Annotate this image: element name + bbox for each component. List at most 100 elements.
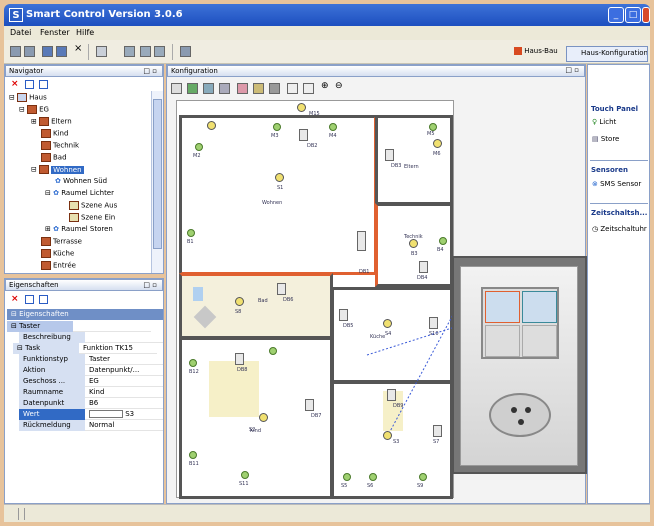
collapse-all-icon[interactable] — [39, 80, 48, 89]
value-field[interactable] — [89, 410, 123, 418]
menu-datei[interactable]: Datei — [10, 28, 31, 37]
lamp-icon[interactable] — [275, 173, 284, 182]
person-icon[interactable] — [269, 83, 280, 94]
move-icon[interactable] — [237, 83, 248, 94]
prop-row[interactable]: Aktion Datenpunkt/... — [19, 365, 163, 376]
sensor-icon[interactable] — [241, 471, 249, 479]
tree-node-technik[interactable]: Technik — [41, 141, 79, 150]
tree-node-terrasse[interactable]: Terrasse — [41, 237, 82, 246]
save-all-icon[interactable] — [56, 46, 67, 57]
prop-value-editor[interactable]: S3 — [89, 410, 161, 418]
sensor-icon[interactable] — [189, 359, 197, 367]
button-top-left[interactable] — [485, 291, 520, 323]
tree-node-raumel-lichter[interactable]: ⊟ ✿ Raumel Lichter — [45, 189, 114, 197]
print-icon[interactable] — [96, 46, 107, 57]
lamp-icon[interactable] — [259, 413, 268, 422]
collapse-prop-icon[interactable] — [39, 295, 48, 304]
lamp-icon[interactable] — [235, 297, 244, 306]
tree-node-bad[interactable]: Bad — [41, 153, 67, 162]
sensor-icon[interactable] — [329, 123, 337, 131]
tree-node-entree[interactable]: Entrée — [41, 261, 76, 270]
sensor-icon[interactable] — [369, 473, 377, 481]
switch-icon[interactable] — [277, 283, 286, 295]
tree-node-kueche[interactable]: Küche — [41, 249, 74, 258]
delete-icon[interactable]: × — [74, 43, 85, 54]
tree-node-szene-ein[interactable]: Szene Ein — [69, 213, 115, 222]
zoom-out-icon[interactable]: ⊖ — [335, 81, 346, 92]
menu-fenster[interactable]: Fenster — [40, 28, 70, 37]
scroll-thumb[interactable] — [153, 99, 162, 249]
switch-icon[interactable] — [387, 389, 396, 401]
perspective-hausbau[interactable]: Haus-Bau — [514, 47, 560, 61]
button-top-right[interactable] — [522, 291, 557, 323]
lamp-icon[interactable] — [383, 431, 392, 440]
switch-icon[interactable] — [357, 231, 366, 251]
panel-maximize-icon[interactable]: □ ▫ — [143, 281, 157, 289]
navigator-scrollbar[interactable] — [151, 91, 163, 273]
prop-row[interactable]: Datenpunkt B6 — [19, 398, 163, 409]
sensor-icon[interactable] — [419, 473, 427, 481]
delete-node-icon[interactable]: × — [11, 80, 20, 89]
prop-row[interactable]: ⊟ Task Funktion TK15 — [13, 343, 157, 354]
switch-icon[interactable] — [339, 309, 348, 321]
lamp-icon[interactable] — [433, 139, 442, 148]
tree-node-haus[interactable]: ⊟ Haus — [9, 93, 47, 102]
menu-hilfe[interactable]: Hilfe — [76, 28, 94, 37]
switch-icon[interactable] — [299, 129, 308, 141]
panel-maximize-icon[interactable]: □ ▫ — [143, 67, 157, 75]
sensor-icon[interactable] — [195, 143, 203, 151]
lamp-icon[interactable] — [207, 121, 216, 130]
lamp-icon[interactable] — [297, 103, 306, 112]
prop-row[interactable]: Geschoss ... EG — [19, 376, 163, 387]
sensor-icon[interactable] — [269, 347, 277, 355]
prop-row[interactable]: Beschreibung — [19, 332, 163, 343]
page-icon[interactable] — [303, 83, 314, 94]
button-bottom-left[interactable] — [485, 325, 520, 357]
prop-row[interactable]: ⊟ Taster — [7, 321, 151, 332]
expand-all-icon[interactable] — [25, 80, 34, 89]
delete-prop-icon[interactable]: × — [11, 295, 20, 304]
tree-node-eg[interactable]: ⊟ EG — [19, 105, 49, 114]
grid-icon[interactable] — [203, 83, 214, 94]
panel-maximize-icon[interactable]: □ ▫ — [565, 66, 579, 74]
lamp-icon[interactable] — [383, 319, 392, 328]
tool-a-icon[interactable] — [124, 46, 135, 57]
maximize-icon[interactable]: □ — [625, 7, 641, 23]
palette-item-licht[interactable]: ♀ Licht — [592, 118, 616, 126]
sensor-icon[interactable] — [273, 123, 281, 131]
lamp-icon[interactable] — [409, 239, 418, 248]
switch-icon[interactable] — [419, 261, 428, 273]
prop-row[interactable]: Raumname Kind — [19, 387, 163, 398]
open-icon[interactable] — [24, 46, 35, 57]
tool-d-icon[interactable] — [180, 46, 191, 57]
tool-c-icon[interactable] — [154, 46, 165, 57]
tree-node-raumel-storen[interactable]: ⊞ ✿ Raumel Storen — [45, 225, 113, 233]
tree-node-eltern[interactable]: ⊞ Eltern — [31, 117, 72, 126]
prop-row-selected[interactable]: Wert S3 — [19, 409, 163, 420]
sensor-icon[interactable] — [429, 123, 437, 131]
palette-item-zeitschaltuhr[interactable]: ◷ Zeitschaltuhr — [592, 225, 647, 233]
tree-node-kind[interactable]: Kind — [41, 129, 68, 138]
tree-node-wohnen[interactable]: ⊟ Wohnen — [31, 165, 84, 174]
zoom-in-icon[interactable]: ⊕ — [321, 81, 332, 92]
palette-item-sms-sensor[interactable]: ⊗ SMS Sensor — [592, 180, 641, 188]
switch-icon[interactable] — [305, 399, 314, 411]
button-bottom-right[interactable] — [522, 325, 557, 357]
prop-row[interactable]: Funktionstyp Taster — [19, 354, 163, 365]
sensor-icon[interactable] — [187, 229, 195, 237]
minimize-icon[interactable]: _ — [608, 7, 624, 23]
perspective-konfiguration[interactable]: Haus-Konfiguration — [566, 46, 648, 62]
save-icon[interactable] — [42, 46, 53, 57]
expand-prop-icon[interactable] — [25, 295, 34, 304]
new-icon[interactable] — [10, 46, 21, 57]
switch-icon[interactable] — [385, 149, 394, 161]
switch-panel-preview[interactable] — [452, 256, 587, 474]
tree-node-szene-aus[interactable]: Szene Aus — [69, 201, 117, 210]
tool-b-icon[interactable] — [140, 46, 151, 57]
palette-item-store[interactable]: ▤ Store — [592, 135, 619, 143]
wire-icon[interactable] — [187, 83, 198, 94]
select-icon[interactable] — [253, 83, 264, 94]
switch-icon[interactable] — [433, 425, 442, 437]
tree-node-wohnen-sued[interactable]: ✿ Wohnen Süd — [55, 177, 107, 185]
switch-icon[interactable] — [235, 353, 244, 365]
